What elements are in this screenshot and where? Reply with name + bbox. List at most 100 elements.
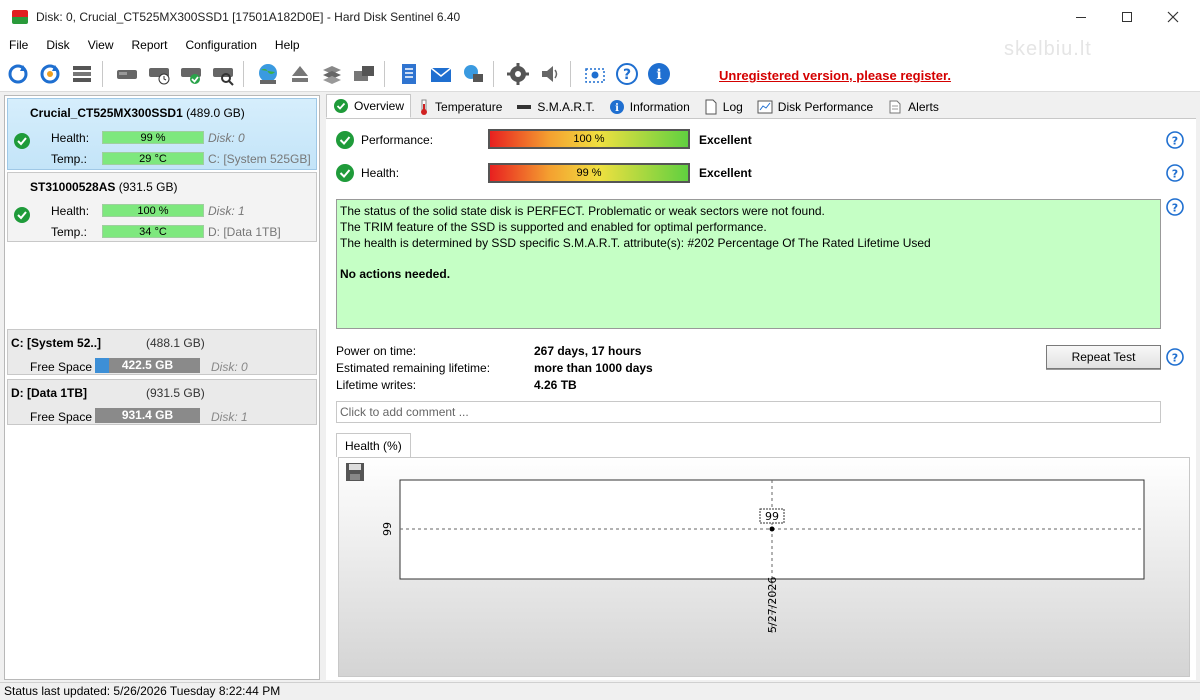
disk-list-icon [73, 65, 91, 82]
maximize-button[interactable] [1104, 0, 1150, 34]
minimize-button[interactable] [1058, 0, 1104, 34]
eject-button[interactable] [286, 60, 314, 88]
disk-list-button[interactable] [68, 60, 96, 88]
app-icon [12, 10, 28, 24]
settings-button[interactable] [504, 60, 532, 88]
menu-file[interactable]: File [0, 38, 37, 52]
check-icon [14, 207, 30, 223]
close-button[interactable] [1150, 0, 1196, 34]
status-bar: Status last updated: 5/26/2026 Tuesday 8… [0, 682, 1200, 700]
performance-gauge: 100 % [488, 129, 690, 149]
sound-button[interactable] [536, 60, 564, 88]
help-icon[interactable]: ? [1166, 131, 1184, 149]
email-button[interactable] [427, 60, 455, 88]
remaining-label: Estimated remaining lifetime: [336, 361, 491, 375]
status-line: The status of the solid state disk is PE… [340, 204, 825, 218]
tab-log[interactable]: Log [697, 96, 750, 118]
toolbar-separator [243, 60, 244, 87]
check-icon [336, 164, 354, 182]
report-button[interactable] [395, 60, 423, 88]
screenshot-button[interactable] [581, 60, 609, 88]
health-label: Health: [51, 204, 90, 218]
health-graph-area: 99 99 5/27/2026 [338, 457, 1190, 677]
disk-search-button[interactable] [209, 60, 237, 88]
svg-text:i: i [656, 67, 661, 83]
svg-text:i: i [615, 103, 619, 114]
tab-overview[interactable]: Overview [326, 94, 412, 118]
check-icon [336, 131, 354, 149]
health-bar: 99 % [102, 131, 204, 144]
performance-label: Performance: [361, 133, 434, 147]
svg-text:?: ? [1172, 168, 1178, 181]
action-text: No actions needed. [340, 267, 451, 281]
about-button[interactable]: i [645, 60, 673, 88]
menu-report[interactable]: Report [122, 38, 176, 52]
email-icon [430, 66, 452, 82]
disk-search-icon [213, 67, 234, 86]
eject-icon [292, 65, 308, 82]
health-label: Health: [361, 166, 400, 180]
disk-test-button[interactable] [113, 60, 141, 88]
gear-icon [507, 62, 529, 85]
volume-name: D: [Data 1TB] [11, 386, 88, 400]
repeat-test-button[interactable]: Repeat Test [1046, 345, 1161, 369]
help-icon[interactable]: ? [1166, 164, 1184, 182]
tab-smart[interactable]: S.M.A.R.T. [509, 96, 601, 118]
free-space-label: Free Space [30, 360, 93, 374]
chart-icon [757, 100, 773, 114]
svg-text:?: ? [623, 67, 631, 83]
status-description: The status of the solid state disk is PE… [336, 199, 1161, 329]
temp-label: Temp.: [51, 152, 88, 166]
network-button[interactable] [254, 60, 282, 88]
menu-view[interactable]: View [79, 38, 123, 52]
refresh-button[interactable] [4, 60, 32, 88]
menu-disk[interactable]: Disk [37, 38, 78, 52]
app-window: Disk: 0, Crucial_CT525MX300SSD1 [17501A1… [0, 0, 1200, 700]
tab-disk-performance[interactable]: Disk Performance [750, 96, 880, 118]
report-icon [402, 63, 416, 84]
menu-help[interactable]: Help [266, 38, 309, 52]
volume-size: (931.5 GB) [146, 386, 205, 400]
power-on-value: 267 days, 17 hours [534, 344, 642, 358]
tab-temperature[interactable]: Temperature [411, 96, 509, 118]
title-bar[interactable]: Disk: 0, Crucial_CT525MX300SSD1 [17501A1… [0, 0, 1200, 34]
disk-clock-icon [149, 67, 170, 84]
disk-ref: Disk: 1 [208, 204, 245, 218]
network-share-button[interactable] [459, 60, 487, 88]
toolbar-separator [493, 60, 494, 87]
help-button[interactable]: ? [613, 60, 641, 88]
svg-text:?: ? [1172, 135, 1178, 148]
disk-copy-icon [354, 65, 374, 81]
disk-card-0[interactable]: Crucial_CT525MX300SSD1 (489.0 GB) Health… [7, 98, 317, 170]
comment-field[interactable]: Click to add comment ... [336, 401, 1161, 423]
tab-information[interactable]: i Information [602, 96, 697, 118]
disk-copy-button[interactable] [350, 60, 378, 88]
free-space-label: Free Space [30, 410, 93, 424]
close-icon [1167, 11, 1179, 23]
toolbar-separator [102, 60, 103, 87]
volume-card-c[interactable]: C: [System 52..] (488.1 GB) Free Space 4… [7, 329, 317, 375]
menu-configuration[interactable]: Configuration [177, 38, 266, 52]
disk-ok-button[interactable] [177, 60, 205, 88]
temp-bar: 29 °C [102, 152, 204, 165]
drive-letter: D: [Data 1TB] [208, 225, 281, 239]
disk-stack-button[interactable] [318, 60, 346, 88]
performance-rating: Excellent [699, 133, 752, 147]
refresh-all-button[interactable] [36, 60, 64, 88]
writes-label: Lifetime writes: [336, 378, 417, 392]
alerts-icon [889, 100, 901, 114]
thermometer-icon [421, 99, 428, 115]
volume-card-d[interactable]: D: [Data 1TB] (931.5 GB) Free Space 931.… [7, 379, 317, 425]
speaker-icon [542, 65, 558, 82]
tab-health-graph[interactable]: Health (%) [336, 433, 411, 457]
power-on-label: Power on time: [336, 344, 417, 358]
free-space-bar: 931.4 GB [95, 408, 200, 423]
disk-card-1[interactable]: ST31000528AS (931.5 GB) Health: 100 % Di… [7, 172, 317, 242]
tab-alerts[interactable]: Alerts [880, 96, 946, 118]
disk-schedule-button[interactable] [145, 60, 173, 88]
register-link[interactable]: Unregistered version, please register. [719, 68, 951, 83]
disk-ref: Disk: 1 [211, 410, 248, 424]
help-icon[interactable]: ? [1166, 198, 1184, 216]
help-icon[interactable]: ? [1166, 348, 1184, 366]
window-title: Disk: 0, Crucial_CT525MX300SSD1 [17501A1… [36, 10, 461, 24]
